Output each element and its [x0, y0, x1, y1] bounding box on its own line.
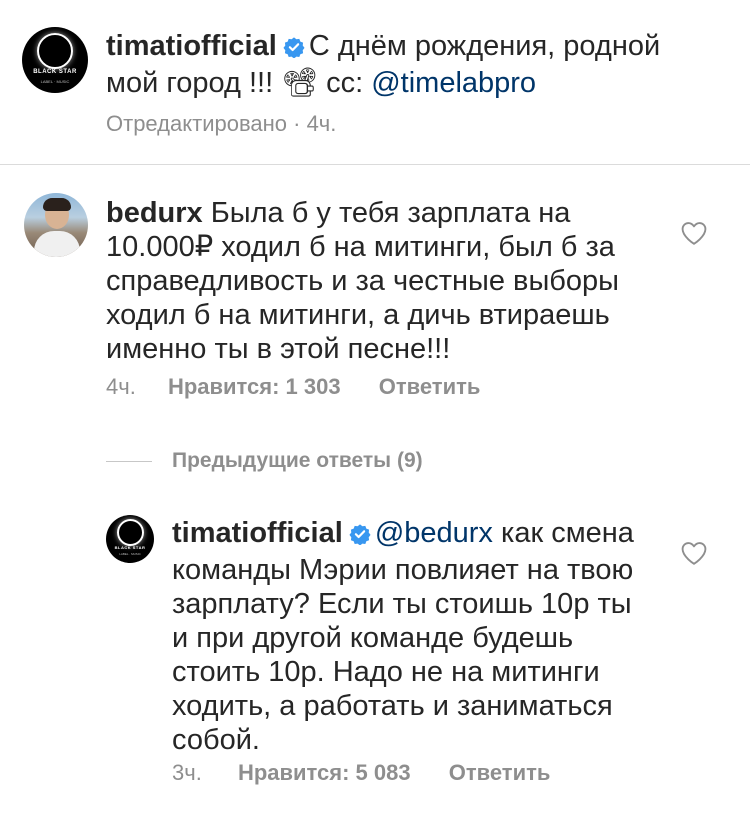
post-caption: BLACK STAR LABEL · MUSIC timatiofficial С…	[0, 0, 750, 165]
reply-avatar-brand-text: BLACK STAR	[114, 545, 146, 550]
heart-icon[interactable]	[680, 540, 708, 566]
avatar-photo-hair	[43, 198, 71, 211]
reply-text-block: timatiofficial @bedurx как смена команды …	[172, 516, 646, 757]
reply-time: 3ч.	[172, 760, 202, 785]
previous-replies-label[interactable]: Предыдущие ответы (9)	[172, 449, 423, 473]
comment-time: 4ч.	[106, 374, 136, 399]
reply-avatar-sub-text: LABEL · MUSIC	[119, 552, 141, 556]
post-avatar[interactable]: BLACK STAR LABEL · MUSIC	[22, 27, 88, 93]
comment-text-block: bedurx Была б у тебя зарплата на 10.000₽…	[106, 196, 646, 366]
comment-avatar[interactable]	[24, 193, 88, 257]
verified-badge-icon	[349, 519, 371, 553]
reply-reply-button[interactable]: Ответить	[449, 760, 551, 785]
heart-icon[interactable]	[680, 220, 708, 246]
caption-mention-link[interactable]: @timelabpro	[371, 67, 536, 99]
comment-likes-link[interactable]: Нравится: 1 303	[168, 374, 341, 399]
comment-reply-button[interactable]: Ответить	[379, 374, 481, 399]
post-username[interactable]: timatiofficial	[106, 30, 277, 62]
reply-mention-link[interactable]: @bedurx	[375, 517, 493, 549]
previous-replies-link[interactable]: Предыдущие ответы (9)	[106, 449, 423, 473]
post-meta: Отредактировано · 4ч.	[106, 111, 337, 136]
caption-text-block: timatiofficial С днём рождения, родной мо…	[106, 29, 706, 100]
reply-meta: 3ч. Нравится: 5 083 Ответить	[172, 760, 550, 786]
avatar-photo-body	[34, 231, 80, 257]
avatar-sub-text: LABEL · MUSIC	[40, 79, 70, 84]
reply-likes-link[interactable]: Нравится: 5 083	[238, 760, 411, 785]
replies-divider-line	[106, 460, 152, 462]
reply-text: как смена команды Мэрии повлияет на твою…	[172, 517, 634, 756]
avatar-brand-text: BLACK STAR	[33, 69, 77, 75]
reply-username[interactable]: timatiofficial	[172, 517, 343, 549]
verified-badge-icon	[283, 32, 305, 66]
comment-username[interactable]: bedurx	[106, 197, 203, 229]
comment-meta: 4ч. Нравится: 1 303 Ответить	[106, 374, 480, 400]
reply-avatar[interactable]: BLACK STAR LABEL · MUSIC	[106, 515, 154, 563]
